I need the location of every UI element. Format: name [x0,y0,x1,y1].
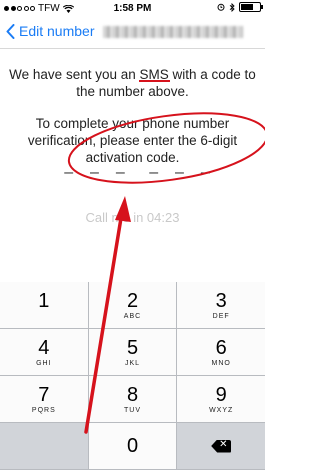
key-letters: JKL [124,359,141,367]
status-bar: TFW 1:58 PM [0,0,265,18]
key-digit: 2 [126,289,139,312]
key-letters: DEF [212,312,230,320]
message-text-before: We have sent you an [9,67,140,82]
key-5[interactable]: 5 JKL [88,329,178,376]
sms-sent-message: We have sent you an SMS with a code to t… [0,66,265,100]
keypad-row: 4 GHI 5 JKL 6 MNO [0,329,266,376]
code-slot: – [175,164,184,181]
code-slot: – [149,164,159,181]
key-7[interactable]: 7 PQRS [0,376,89,423]
key-4[interactable]: 4 GHI [0,329,89,376]
keypad-row: 0 [0,423,266,470]
key-letters: PQRS [31,406,56,414]
code-slot: – [64,164,74,181]
key-letters: GHI [36,359,52,367]
key-letters: WXYZ [209,406,234,414]
battery-icon [239,2,263,12]
key-1[interactable]: 1 [0,282,89,329]
key-digit: 4 [38,336,50,359]
navigation-bar: Edit number [0,18,265,49]
chevron-left-icon [6,23,15,39]
verification-instruction: To complete your phone number verificati… [27,116,238,165]
key-8[interactable]: 8 TUV [88,376,178,423]
key-0[interactable]: 0 [88,423,178,470]
key-3[interactable]: 3 DEF [177,282,266,329]
code-slot: – [115,164,125,181]
backspace-key[interactable] [177,423,266,470]
key-digit: 6 [215,336,227,359]
key-digit: 7 [38,383,50,406]
code-slot: – [200,164,210,181]
activation-code-input[interactable]: – – – – – – [62,164,212,184]
key-digit: 5 [126,336,139,359]
key-digit: 3 [215,289,227,312]
key-letters: TUV [124,406,141,414]
status-icons [217,2,263,12]
backspace-icon [211,439,232,453]
numeric-keypad: 1 2 ABC 3 DEF 4 GHI 5 JKL 6 MNO 7 PQRS 8 TUV 9W… [0,282,266,470]
key-letters: MNO [211,359,231,367]
keypad-row: 7 PQRS 8 TUV 9 WXYZ [0,376,266,423]
key-digit: 0 [126,435,139,457]
key-digit: 1 [38,289,50,312]
keypad-row: 1 2 ABC 3 DEF [0,282,266,329]
key-6[interactable]: 6 MNO [177,329,266,376]
back-label: Edit number [19,23,95,39]
key-2[interactable]: 2 ABC [88,282,178,329]
code-slot: – [90,164,99,181]
back-button[interactable]: Edit number [6,23,94,39]
empty-key [0,423,89,470]
key-digit: 8 [126,383,139,406]
alarm-icon [217,3,225,11]
sms-keyword: SMS [139,67,169,82]
key-digit: 9 [215,383,227,406]
key-9[interactable]: 9 WXYZ [177,376,266,423]
key-letters: ABC [123,312,142,320]
call-me-timer: Call me in 04:23 [85,210,180,225]
redacted-phone-number [103,26,243,38]
bluetooth-icon [229,2,235,12]
